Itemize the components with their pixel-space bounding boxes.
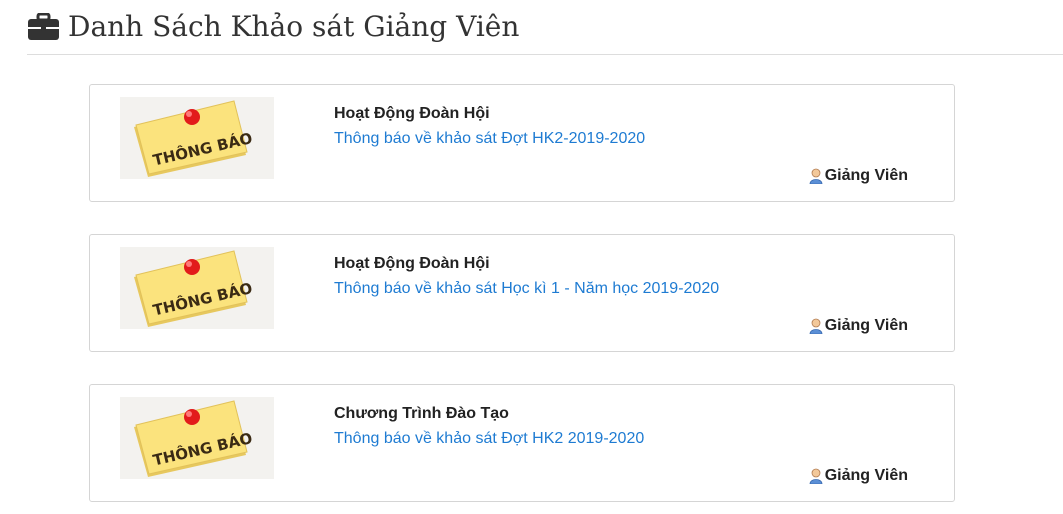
- page-header: Danh Sách Khảo sát Giảng Viên: [27, 0, 1063, 55]
- survey-card: THÔNG BÁO Chương Trình Đào Tạo Thông báo…: [89, 384, 955, 502]
- survey-category: Hoạt Động Đoàn Hội: [334, 255, 490, 272]
- page-title-text: Danh Sách Khảo sát Giảng Viên: [68, 10, 520, 43]
- survey-link[interactable]: Thông báo về khảo sát Học kì 1 - Năm học…: [334, 280, 719, 298]
- user-icon: [809, 468, 823, 485]
- briefcase-icon: [27, 12, 60, 41]
- notice-pin-icon: THÔNG BÁO: [120, 247, 274, 329]
- notice-thumbnail: THÔNG BÁO: [120, 397, 274, 479]
- survey-role-label: Giảng Viên: [824, 317, 908, 334]
- notice-thumbnail: THÔNG BÁO: [120, 97, 274, 179]
- survey-role: Giảng Viên: [809, 467, 908, 485]
- survey-card: THÔNG BÁO Hoạt Động Đoàn Hội Thông báo v…: [89, 84, 955, 202]
- notice-pin-icon: THÔNG BÁO: [120, 397, 274, 479]
- survey-role-label: Giảng Viên: [824, 467, 908, 484]
- notice-pin-icon: THÔNG BÁO: [120, 97, 274, 179]
- survey-link[interactable]: Thông báo về khảo sát Đợt HK2-2019-2020: [334, 130, 645, 148]
- survey-link[interactable]: Thông báo về khảo sát Đợt HK2 2019-2020: [334, 430, 644, 448]
- survey-role-label: Giảng Viên: [824, 167, 908, 184]
- survey-role: Giảng Viên: [809, 317, 908, 335]
- survey-category: Chương Trình Đào Tạo: [334, 405, 509, 422]
- survey-card: THÔNG BÁO Hoạt Động Đoàn Hội Thông báo v…: [89, 234, 955, 352]
- user-icon: [809, 168, 823, 185]
- page-title: Danh Sách Khảo sát Giảng Viên: [27, 10, 519, 43]
- user-icon: [809, 318, 823, 335]
- survey-category: Hoạt Động Đoàn Hội: [334, 105, 490, 122]
- notice-thumbnail: THÔNG BÁO: [120, 247, 274, 329]
- survey-role: Giảng Viên: [809, 167, 908, 185]
